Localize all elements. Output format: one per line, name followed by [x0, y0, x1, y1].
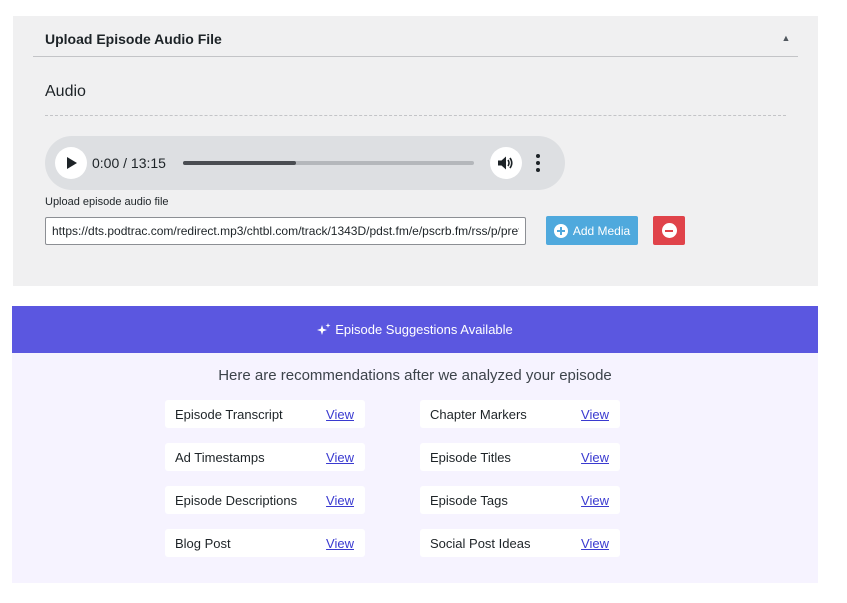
- volume-button[interactable]: [490, 147, 522, 179]
- remove-media-button[interactable]: [653, 216, 685, 245]
- suggestion-name: Social Post Ideas: [430, 536, 531, 551]
- plus-circle-icon: [553, 223, 568, 238]
- collapse-arrow-icon[interactable]: ▲: [774, 28, 798, 48]
- suggestion-card-transcript: Episode Transcript View: [165, 400, 365, 428]
- audio-url-input[interactable]: [45, 217, 526, 245]
- suggestion-card-social-post-ideas: Social Post Ideas View: [420, 529, 620, 557]
- view-link-episode-titles[interactable]: View: [581, 450, 609, 465]
- add-media-label: Add Media: [572, 223, 631, 238]
- seek-slider[interactable]: [183, 161, 474, 165]
- panel-header: Upload Episode Audio File ▲: [33, 16, 798, 57]
- suggestion-name: Episode Descriptions: [175, 493, 298, 508]
- suggestion-card-chapter-markers: Chapter Markers View: [420, 400, 620, 428]
- episode-suggestions-banner[interactable]: Episode Suggestions Available: [12, 306, 818, 353]
- view-link-episode-tags[interactable]: View: [581, 493, 609, 508]
- view-link-transcript[interactable]: View: [326, 407, 354, 422]
- sparkles-icon: [317, 323, 331, 335]
- upload-audio-panel: Upload Episode Audio File ▲ Audio 0:00 /…: [13, 16, 818, 286]
- suggestion-name: Episode Tags: [430, 493, 508, 508]
- view-link-chapter-markers[interactable]: View: [581, 407, 609, 422]
- banner-label: Episode Suggestions Available: [335, 322, 513, 337]
- suggestion-card-episode-titles: Episode Titles View: [420, 443, 620, 471]
- speaker-icon: [498, 156, 513, 170]
- suggestion-card-episode-tags: Episode Tags View: [420, 486, 620, 514]
- view-link-blog-post[interactable]: View: [326, 536, 354, 551]
- suggestion-card-ad-timestamps: Ad Timestamps View: [165, 443, 365, 471]
- audio-file-field-label: Upload episode audio file: [45, 196, 169, 208]
- time-readout: 0:00 / 13:15: [92, 155, 166, 171]
- suggestion-name: Ad Timestamps: [175, 450, 265, 465]
- suggestion-name: Episode Transcript: [175, 407, 283, 422]
- suggestion-card-blog-post: Blog Post View: [165, 529, 365, 557]
- suggestion-card-episode-descriptions: Episode Descriptions View: [165, 486, 365, 514]
- audio-section-label: Audio: [45, 83, 86, 100]
- more-options-icon[interactable]: [529, 149, 547, 177]
- suggestions-panel: Here are recommendations after we analyz…: [12, 353, 818, 583]
- section-divider: [45, 115, 786, 116]
- play-button[interactable]: [55, 147, 87, 179]
- view-link-social-post-ideas[interactable]: View: [581, 536, 609, 551]
- suggestion-name: Episode Titles: [430, 450, 511, 465]
- view-link-ad-timestamps[interactable]: View: [326, 450, 354, 465]
- add-media-button[interactable]: Add Media: [546, 216, 638, 245]
- suggestion-name: Blog Post: [175, 536, 231, 551]
- panel-title: Upload Episode Audio File: [45, 31, 222, 47]
- suggestion-name: Chapter Markers: [430, 407, 527, 422]
- minus-circle-icon: [661, 223, 677, 238]
- play-icon: [67, 157, 77, 169]
- seek-progress: [183, 161, 297, 165]
- suggestions-intro: Here are recommendations after we analyz…: [218, 367, 612, 384]
- audio-player: 0:00 / 13:15: [45, 136, 565, 190]
- view-link-episode-descriptions[interactable]: View: [326, 493, 354, 508]
